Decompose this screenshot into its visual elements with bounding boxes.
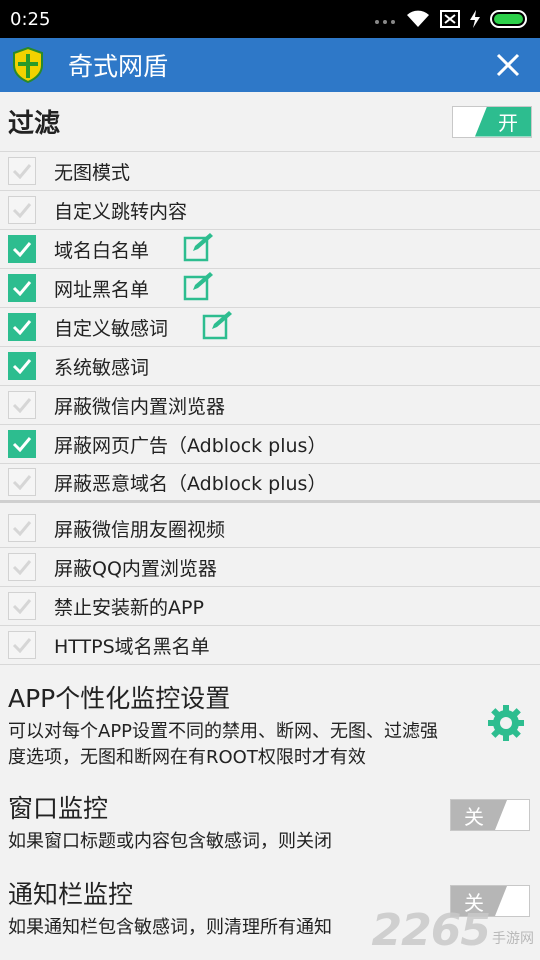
window-monitor-setting: 窗口监控 如果窗口标题或内容包含敏感词，则关闭 关 [0, 775, 540, 861]
checkbox-checked[interactable] [8, 430, 36, 458]
status-icons [374, 10, 530, 28]
filter-item-label: HTTPS域名黑名单 [54, 635, 210, 658]
filter-item[interactable]: 系统敏感词 [0, 347, 540, 386]
checkbox-checked[interactable] [8, 274, 36, 302]
filter-item-label: 系统敏感词 [54, 356, 150, 379]
filter-item-label: 网址黑名单 [54, 278, 150, 301]
filter-item[interactable]: 屏蔽QQ内置浏览器 [0, 548, 540, 587]
filter-item[interactable]: 屏蔽网页广告（Adblock plus） [0, 425, 540, 464]
app-monitor-title: APP个性化监控设置 [8, 684, 231, 713]
shield-logo-icon [13, 47, 43, 83]
status-time: 0:25 [10, 8, 51, 30]
no-sim-icon [440, 10, 460, 28]
window-monitor-toggle-label: 关 [451, 800, 507, 830]
checkbox-unchecked[interactable] [8, 391, 36, 419]
filter-item-label: 屏蔽QQ内置浏览器 [54, 557, 217, 580]
filter-item[interactable]: 自定义跳转内容 [0, 191, 540, 230]
filter-item-label: 屏蔽网页广告（Adblock plus） [54, 434, 327, 457]
app-title: 奇式网盾 [68, 52, 169, 81]
filter-list: 无图模式自定义跳转内容 域名白名单网址黑名单自定义敏感词 系统敏感词屏蔽微信内置浏览… [0, 152, 540, 665]
filter-item[interactable]: 无图模式 [0, 152, 540, 191]
app-monitor-setting[interactable]: APP个性化监控设置 可以对每个APP设置不同的禁用、断网、无图、过滤强度选项，… [0, 665, 540, 775]
status-bar: 0:25 [0, 0, 540, 38]
filter-item-label: 自定义敏感词 [54, 317, 169, 340]
title-bar: 奇式网盾 [0, 38, 540, 92]
watermark-number: 2265 [371, 905, 491, 956]
watermark: 2265 手游网 [372, 905, 534, 956]
filter-item-label: 屏蔽恶意域名（Adblock plus） [54, 472, 327, 495]
filter-item-label: 禁止安装新的APP [54, 596, 204, 619]
charging-icon [470, 10, 480, 28]
filter-item[interactable]: HTTPS域名黑名单 [0, 626, 540, 665]
filter-toggle[interactable]: 开 [452, 105, 532, 138]
app-monitor-desc: 可以对每个APP设置不同的禁用、断网、无图、过滤强度选项，无图和断网在有ROOT… [8, 721, 439, 768]
filter-item-label: 域名白名单 [54, 239, 150, 262]
window-monitor-toggle[interactable]: 关 [450, 799, 530, 831]
checkbox-unchecked[interactable] [8, 631, 36, 659]
filter-item[interactable]: 禁止安装新的APP [0, 587, 540, 626]
checkbox-checked[interactable] [8, 313, 36, 341]
filter-item-label: 屏蔽微信内置浏览器 [54, 395, 226, 418]
checkbox-unchecked[interactable] [8, 157, 36, 185]
filter-title: 过滤 [8, 109, 61, 139]
close-icon [496, 53, 520, 77]
checkbox-checked[interactable] [8, 235, 36, 263]
filter-item[interactable]: 自定义敏感词 [0, 308, 540, 347]
filter-item[interactable]: 屏蔽微信朋友圈视频 [0, 509, 540, 548]
close-button[interactable] [488, 45, 528, 85]
window-monitor-desc: 如果窗口标题或内容包含敏感词，则关闭 [8, 831, 332, 852]
watermark-text: 手游网 [492, 931, 534, 947]
gear-icon[interactable] [486, 703, 526, 743]
edit-icon[interactable] [183, 271, 215, 305]
checkbox-checked[interactable] [8, 352, 36, 380]
checkbox-unchecked[interactable] [8, 196, 36, 224]
filter-item[interactable]: 网址黑名单 [0, 269, 540, 308]
checkbox-unchecked[interactable] [8, 468, 36, 496]
filter-item[interactable]: 屏蔽恶意域名（Adblock plus） [0, 464, 540, 503]
edit-icon[interactable] [202, 310, 234, 344]
filter-item-label: 无图模式 [54, 161, 131, 184]
filter-item[interactable]: 屏蔽微信内置浏览器 [0, 386, 540, 425]
filter-toggle-label: 开 [475, 106, 531, 137]
filter-item-label: 自定义跳转内容 [54, 200, 188, 223]
filter-header: 过滤 开 [0, 92, 540, 152]
filter-item[interactable]: 域名白名单 [0, 230, 540, 269]
checkbox-unchecked[interactable] [8, 592, 36, 620]
edit-icon[interactable] [183, 232, 215, 266]
checkbox-unchecked[interactable] [8, 514, 36, 542]
wifi-icon [407, 10, 429, 27]
filter-item-label: 屏蔽微信朋友圈视频 [54, 518, 226, 541]
signal-dots-icon [375, 20, 395, 24]
checkbox-unchecked[interactable] [8, 553, 36, 581]
battery-icon [490, 10, 527, 28]
